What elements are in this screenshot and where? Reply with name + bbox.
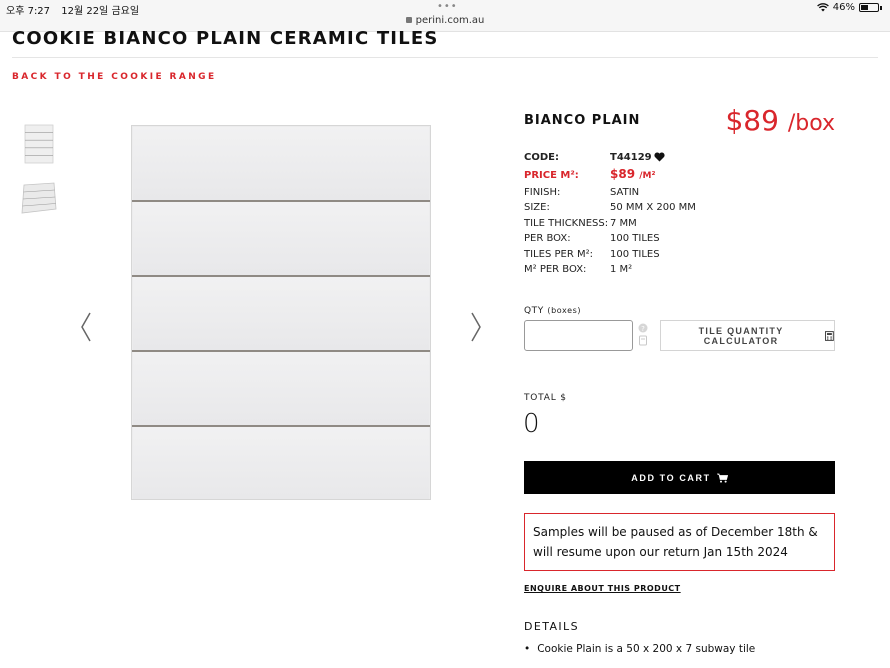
details-item: Cookie Plain is a 50 x 200 x 7 subway ti… xyxy=(524,643,755,655)
battery-icon xyxy=(859,3,879,12)
code-label: CODE: xyxy=(524,152,559,163)
m2-per-box-label: M² PER BOX: xyxy=(524,264,587,275)
svg-text:?: ? xyxy=(641,325,645,333)
wifi-icon xyxy=(816,3,829,12)
battery-tip xyxy=(880,5,882,10)
tile-row xyxy=(133,277,429,350)
finish-label: FINISH: xyxy=(524,187,561,198)
price-m2-label: PRICE M²: xyxy=(524,170,579,181)
tiles-per-m2-label: TILES PER M²: xyxy=(524,249,593,260)
tile-quantity-calculator-button[interactable]: TILE QUANTITY CALCULATOR xyxy=(660,320,835,351)
size-label: SIZE: xyxy=(524,202,550,213)
lock-icon xyxy=(405,17,412,23)
per-box-value: 100 TILES xyxy=(610,233,660,244)
chevron-right-icon[interactable] xyxy=(469,312,483,342)
add-to-cart-label: ADD TO CART xyxy=(631,472,711,483)
box-price: $89 /box xyxy=(725,104,835,137)
address-bar[interactable]: perini.com.au xyxy=(0,15,890,26)
tile-thumbnail-image xyxy=(24,124,54,164)
back-to-range-link[interactable]: BACK TO THE COOKIE RANGE xyxy=(12,72,217,82)
tile-thumbnail-angled-image xyxy=(21,182,57,214)
enquire-link[interactable]: ENQUIRE ABOUT THIS PRODUCT xyxy=(524,584,681,593)
mini-calculator-icon xyxy=(639,335,647,346)
box-price-unit: /box xyxy=(787,111,835,136)
thickness-value: 7 MM xyxy=(610,218,637,229)
tile-row xyxy=(133,202,429,275)
finish-value: SATIN xyxy=(610,187,640,198)
details-heading: DETAILS xyxy=(524,620,579,633)
total-label: TOTAL $ xyxy=(524,393,567,403)
details-list: Cookie Plain is a 50 x 200 x 7 subway ti… xyxy=(524,643,755,655)
m2-per-box-value: 1 M² xyxy=(610,264,633,275)
title-divider xyxy=(12,57,878,58)
price-m2: $89 /M² xyxy=(610,167,655,181)
heart-icon[interactable] xyxy=(654,152,665,162)
size-value: 50 MM X 200 MM xyxy=(610,202,696,213)
thickness-label: TILE THICKNESS: xyxy=(524,218,609,229)
help-icons[interactable]: ? xyxy=(638,323,648,347)
qty-input[interactable] xyxy=(524,320,633,351)
tile-row xyxy=(133,352,429,425)
code-value: T44129 xyxy=(610,152,652,163)
page-title: COOKIE BIANCO PLAIN CERAMIC TILES xyxy=(12,28,439,49)
tiles-per-m2-value: 100 TILES xyxy=(610,249,660,260)
tile-row xyxy=(133,127,429,200)
tab-handle-icon[interactable]: ••• xyxy=(437,2,458,12)
samples-notice: Samples will be paused as of December 18… xyxy=(524,513,835,571)
battery-percent: 46% xyxy=(832,2,855,13)
status-indicators: 46% xyxy=(816,2,882,13)
calculator-icon xyxy=(825,330,834,341)
total-value: 0 xyxy=(523,409,540,439)
qty-unit-text: (boxes) xyxy=(547,306,582,315)
box-price-value: $89 xyxy=(725,104,779,137)
qty-label: QTY (boxes) xyxy=(524,306,581,316)
price-m2-value: $89 xyxy=(610,167,636,181)
thumbnail-angle[interactable] xyxy=(20,179,58,219)
product-name: BIANCO PLAIN xyxy=(524,113,641,128)
price-m2-unit: /M² xyxy=(639,171,656,181)
calculator-button-label: TILE QUANTITY CALCULATOR xyxy=(698,325,784,346)
chevron-left-icon[interactable] xyxy=(79,312,93,342)
product-main-image xyxy=(131,125,431,500)
add-to-cart-button[interactable]: ADD TO CART xyxy=(524,461,835,494)
tile-row xyxy=(133,427,429,499)
url-text: perini.com.au xyxy=(415,15,485,26)
thumbnail-front[interactable] xyxy=(20,124,58,164)
cart-icon xyxy=(716,473,728,483)
qty-label-text: QTY xyxy=(524,306,544,316)
per-box-label: PER BOX: xyxy=(524,233,571,244)
